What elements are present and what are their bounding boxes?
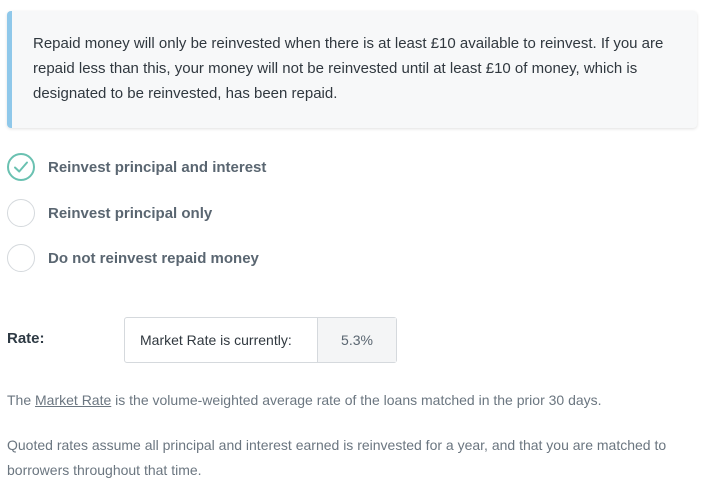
rate-label: Rate: [7,330,45,347]
option-label: Do not reinvest repaid money [48,249,259,267]
option-label: Reinvest principal only [48,204,213,222]
market-rate-description: Market Rate is currently: [140,332,292,348]
reinvest-info-callout: Repaid money will only be reinvested whe… [7,11,697,128]
market-rate-note: The Market Rate is the volume-weighted a… [7,388,602,413]
quoted-rates-note: Quoted rates assume all principal and in… [7,437,667,478]
market-rate-box: Market Rate is currently: 5.3% [124,317,397,363]
market-rate-note-suffix: is the volume-weighted average rate of t… [111,392,602,408]
option-label: Reinvest principal and interest [48,158,267,176]
market-rate-value: 5.3% [317,318,396,362]
market-rate-link[interactable]: Market Rate [35,392,111,408]
option-do-not-reinvest[interactable]: Do not reinvest repaid money [7,243,259,273]
radio-unchecked-icon[interactable] [7,244,35,272]
radio-unchecked-icon[interactable] [7,199,35,227]
market-rate-note-prefix: The [7,392,36,408]
radio-checked-icon[interactable] [7,153,35,181]
option-reinvest-principal-and-interest[interactable]: Reinvest principal and interest [7,152,266,182]
reinvest-info-text: Repaid money will only be reinvested whe… [33,35,664,102]
option-reinvest-principal-only[interactable]: Reinvest principal only [7,198,212,228]
